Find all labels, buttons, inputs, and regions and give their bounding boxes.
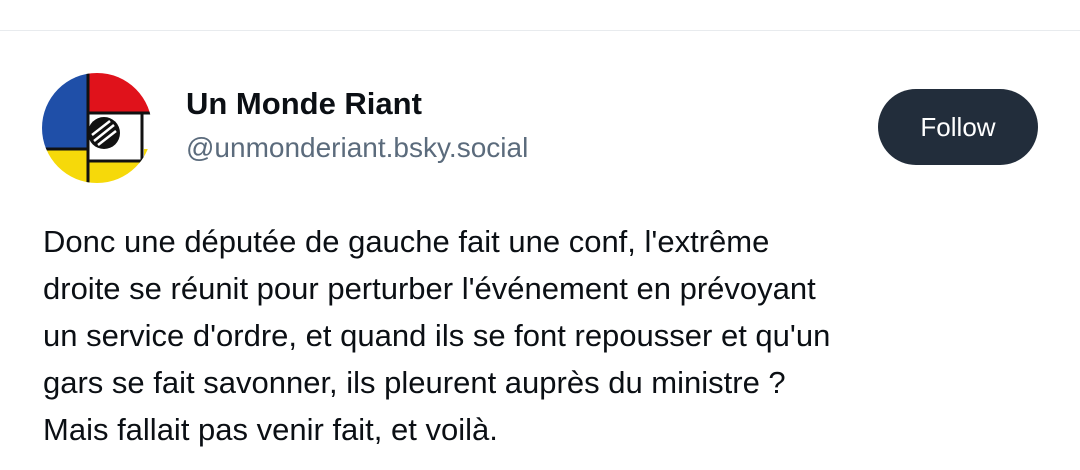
display-name[interactable]: Un Monde Riant — [186, 84, 528, 124]
post-text-line: droite se réunit pour perturber l'événem… — [43, 271, 816, 306]
post-text-line: Mais fallait pas venir fait, et voilà. — [43, 412, 498, 447]
post-text-line: un service d'ordre, et quand ils se font… — [43, 318, 831, 353]
follow-button[interactable]: Follow — [878, 89, 1038, 165]
post-card: Un Monde Riant @unmonderiant.bsky.social… — [0, 0, 1080, 470]
flag-collage-avatar-icon — [42, 73, 152, 183]
post-text: Donc une députée de gauche fait une conf… — [43, 218, 1053, 453]
post-text-line: Donc une députée de gauche fait une conf… — [43, 224, 770, 259]
handle[interactable]: @unmonderiant.bsky.social — [186, 128, 528, 168]
avatar[interactable] — [42, 73, 152, 183]
author-info: Un Monde Riant @unmonderiant.bsky.social — [186, 84, 528, 168]
post-text-line: gars se fait savonner, ils pleurent aupr… — [43, 365, 786, 400]
